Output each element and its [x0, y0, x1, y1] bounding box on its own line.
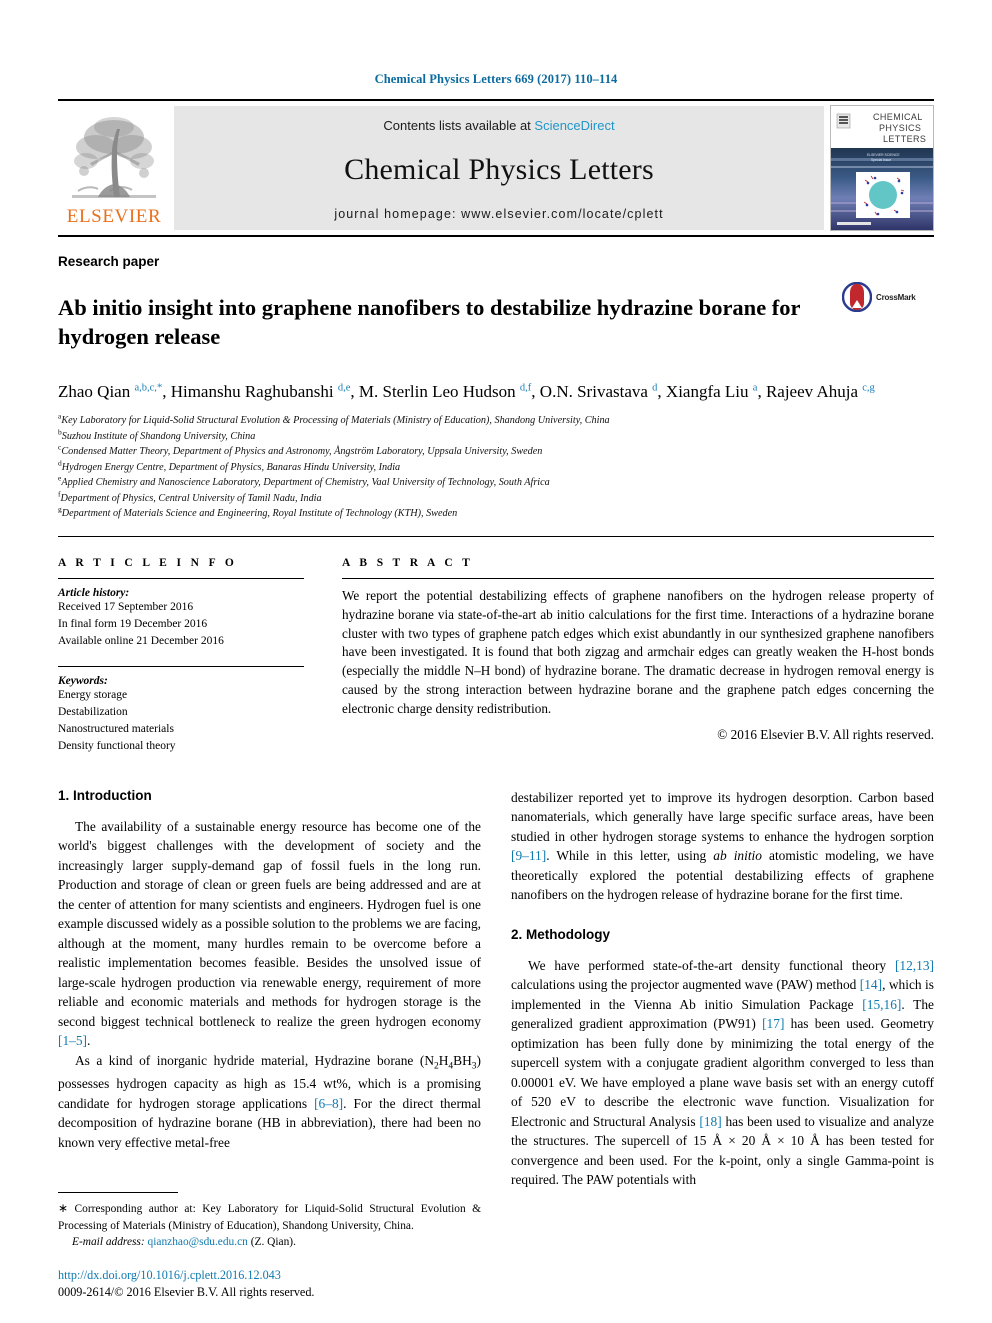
affiliation-list: aKey Laboratory for Liquid-Solid Structu…: [58, 413, 934, 522]
paper-page: Chemical Physics Letters 669 (2017) 110–…: [0, 0, 992, 1323]
head-divider: [58, 535, 934, 537]
abstract-text: We report the potential destabilizing ef…: [342, 587, 934, 717]
crossmark-badge[interactable]: CrossMark: [842, 278, 934, 312]
svg-text:ELSEVIER SCIENCE: ELSEVIER SCIENCE: [867, 153, 900, 157]
issn-copyright: 0009-2614/© 2016 Elsevier B.V. All right…: [58, 1285, 315, 1300]
abstract-copyright: © 2016 Elsevier B.V. All rights reserved…: [717, 726, 934, 742]
article-info-rule: [58, 577, 304, 579]
elsevier-wordmark: ELSEVIER: [66, 206, 162, 227]
body-column-right: destabilizer reported yet to improve its…: [511, 788, 934, 1302]
affiliation-c: cCondensed Matter Theory, Department of …: [58, 442, 543, 458]
journal-masthead: ELSEVIER Contents lists available at Sci…: [58, 99, 934, 237]
abstract-heading: A B S T R A C T: [342, 556, 474, 569]
keywords-list: Energy storage Destabilization Nanostructu…: [58, 687, 304, 756]
title-row: Ab initio insight into graphene nanofibe…: [58, 278, 934, 366]
journal-title: Chemical Physics Letters: [344, 153, 654, 186]
body-column-left: 1. Introduction The availability of a su…: [58, 787, 481, 1303]
svg-text:PHYSICS: PHYSICS: [879, 123, 921, 133]
footnote-rule: [58, 1192, 178, 1194]
crossmark-label: CrossMark: [876, 292, 916, 302]
keyword-item: Density functional theory: [58, 740, 176, 753]
keywords-label: Keywords:: [58, 674, 108, 687]
email-link[interactable]: qianzhao@sdu.edu.cn: [148, 1236, 248, 1248]
email-suffix: (Z. Qian).: [250, 1236, 296, 1249]
svg-text:Special Issue: Special Issue: [871, 158, 891, 162]
journal-homepage[interactable]: journal homepage: www.elsevier.com/locat…: [334, 207, 663, 221]
doi-link[interactable]: http://dx.doi.org/10.1016/j.cplett.2016.…: [58, 1267, 481, 1285]
email-note: E-mail address: qianzhao@sdu.edu.cn (Z. …: [58, 1234, 481, 1250]
affiliation-d: dHydrogen Energy Centre, Department of P…: [58, 458, 401, 473]
email-label: E-mail address:: [72, 1236, 145, 1249]
intro-paragraph-3: destabilizer reported yet to improve its…: [511, 789, 934, 903]
affiliation-a: aKey Laboratory for Liquid-Solid Structu…: [58, 411, 610, 427]
keywords-rule: [58, 665, 304, 667]
footnote-zone: ∗ Corresponding author at: Key Laborator…: [58, 1192, 481, 1303]
masthead-center: Contents lists available at ScienceDirec…: [174, 106, 824, 230]
body-columns: 1. Introduction The availability of a su…: [58, 787, 934, 1303]
intro-paragraph-1: The availability of a sustainable energy…: [58, 818, 481, 1049]
affiliation-e: eApplied Chemistry and Nanoscience Labor…: [58, 473, 550, 489]
section-heading-introduction: 1. Introduction: [58, 787, 152, 803]
running-head: Chemical Physics Letters 669 (2017) 110–…: [374, 72, 618, 86]
footer-block: http://dx.doi.org/10.1016/j.cplett.2016.…: [58, 1267, 481, 1302]
methodology-paragraph-1: We have performed state-of-the-art densi…: [511, 957, 934, 1188]
article-history-item: In final form 19 December 2016: [58, 618, 208, 631]
abstract-column: A B S T R A C T We report the potential …: [342, 557, 934, 756]
article-history-item: Available online 21 December 2016: [58, 635, 224, 648]
section-heading-methodology: 2. Methodology: [511, 926, 610, 942]
intro-paragraph-2: As a kind of inorganic hydride material,…: [58, 1052, 481, 1150]
elsevier-tree-icon: [68, 111, 160, 205]
svg-text:CHEMICAL: CHEMICAL: [873, 112, 923, 122]
affiliation-f: fDepartment of Physics, Central Universi…: [58, 489, 322, 504]
affiliation-b: bSuzhou Institute of Shandong University…: [58, 427, 256, 442]
article-info-heading: A R T I C L E I N F O: [58, 556, 238, 569]
journal-cover-thumbnail: CHEMICAL PHYSICS LETTERS ELSEVIER SCIENC…: [830, 105, 934, 231]
elsevier-logo: ELSEVIER: [58, 101, 170, 235]
page-title: Ab initio insight into graphene nanofibe…: [58, 295, 801, 350]
author-list: Zhao Qian a,b,c,*, Himanshu Raghubanshi …: [58, 382, 875, 402]
corresponding-author-note: ∗ Corresponding author at: Key Laborator…: [58, 1201, 481, 1232]
abstract-rule: [342, 577, 934, 579]
article-history-list: Received 17 September 2016 In final form …: [58, 599, 304, 651]
sciencedirect-link[interactable]: ScienceDirect: [534, 118, 614, 133]
keyword-item: Destabilization: [58, 705, 128, 718]
contents-prefix: Contents lists available at: [383, 118, 535, 133]
article-type-label: Research paper: [58, 254, 160, 269]
article-history-label: Article history:: [58, 586, 130, 599]
crossmark-icon: [842, 282, 872, 312]
info-abstract-row: A R T I C L E I N F O Article history: R…: [58, 557, 934, 756]
svg-text:LETTERS: LETTERS: [883, 134, 926, 144]
article-history-item: Received 17 September 2016: [58, 600, 194, 613]
affiliation-g: gDepartment of Materials Science and Eng…: [58, 504, 458, 520]
article-info-column: A R T I C L E I N F O Article history: R…: [58, 557, 304, 756]
keyword-item: Energy storage: [58, 688, 128, 701]
keyword-item: Nanostructured materials: [58, 723, 174, 736]
contents-available-line: Contents lists available at ScienceDirec…: [383, 118, 614, 133]
